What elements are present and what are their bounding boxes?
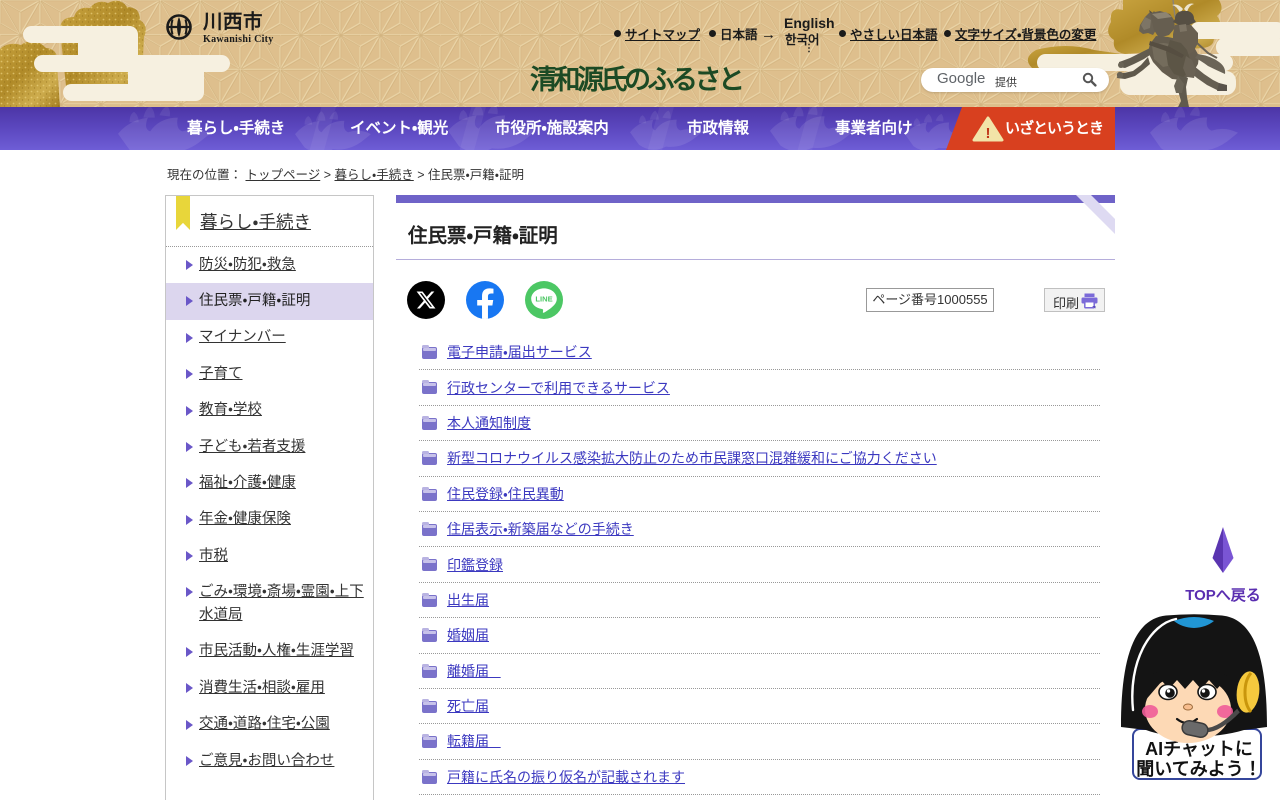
svg-text:!: ! — [986, 125, 991, 142]
svg-text:LINE: LINE — [535, 295, 552, 304]
